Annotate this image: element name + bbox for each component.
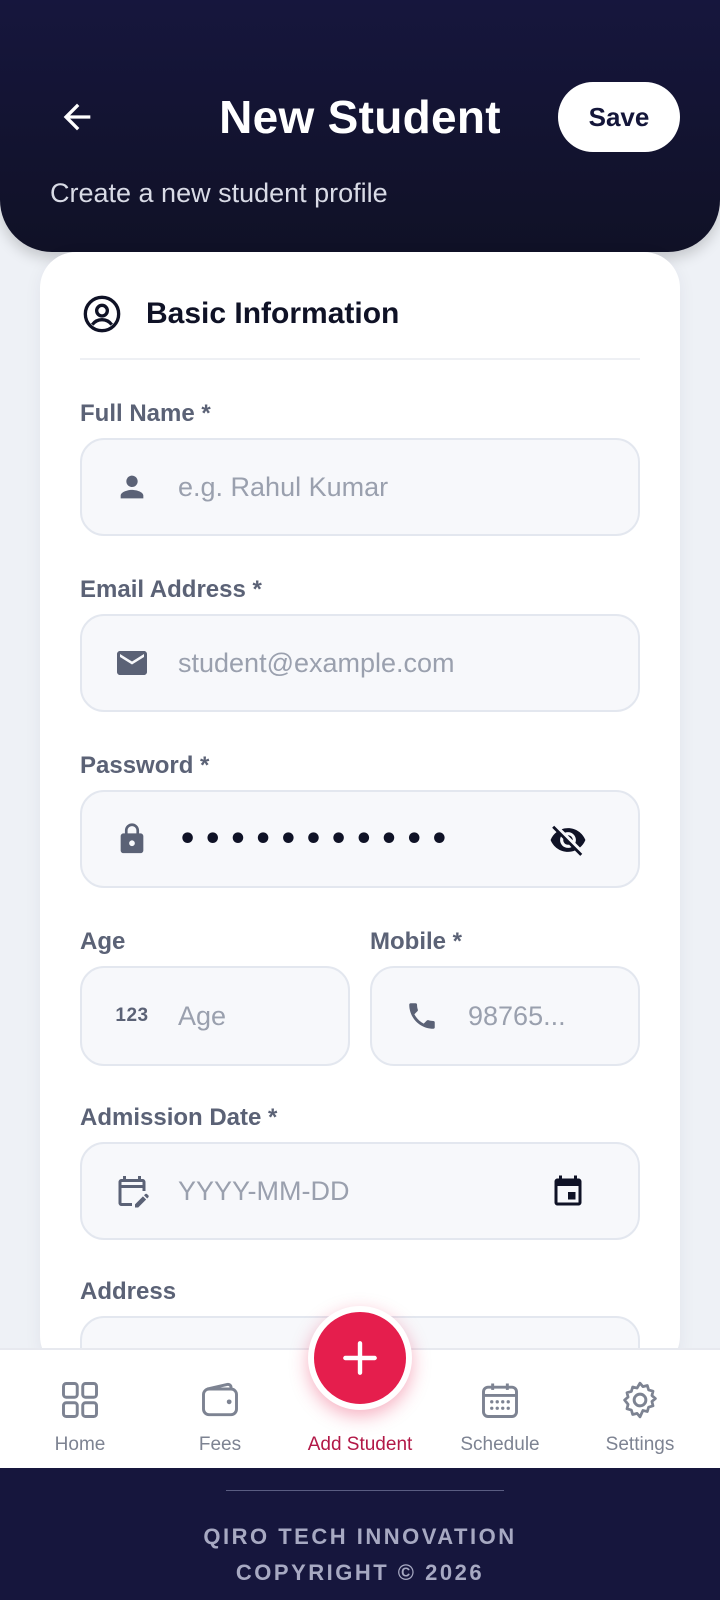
wallet-icon bbox=[202, 1382, 238, 1417]
edit-calendar-icon bbox=[112, 1171, 152, 1211]
nav-item-home[interactable]: Home bbox=[10, 1350, 150, 1470]
full-name-label: Full Name * bbox=[80, 400, 211, 427]
password-label: Password * bbox=[80, 752, 210, 779]
nav-label-schedule: Schedule bbox=[460, 1434, 540, 1455]
add-student-fab[interactable] bbox=[308, 1306, 412, 1410]
grid-icon bbox=[62, 1382, 98, 1418]
lock-icon bbox=[112, 819, 152, 859]
mobile-label: Mobile * bbox=[370, 928, 463, 955]
admission-date-label: Admission Date * bbox=[80, 1104, 278, 1131]
nav-item-settings[interactable]: Settings bbox=[570, 1350, 710, 1470]
mobile-input[interactable] bbox=[468, 1000, 618, 1032]
nav-label-home: Home bbox=[54, 1434, 106, 1455]
mail-icon bbox=[112, 643, 152, 683]
numeric-icon: 123 bbox=[115, 1005, 149, 1026]
basic-info-card: Basic Information Full Name * Email Addr… bbox=[40, 252, 680, 1414]
full-name-field[interactable] bbox=[80, 438, 640, 536]
password-field[interactable]: ••••••••••• bbox=[80, 790, 640, 888]
full-name-input[interactable] bbox=[178, 471, 508, 503]
nav-label-settings: Settings bbox=[605, 1434, 675, 1455]
address-label: Address bbox=[80, 1278, 177, 1305]
header: New Student Save Create a new student pr… bbox=[0, 0, 720, 252]
plus-icon bbox=[343, 1341, 377, 1375]
email-input[interactable] bbox=[178, 647, 508, 679]
age-label: Age bbox=[80, 928, 126, 955]
section-header: Basic Information bbox=[82, 294, 399, 334]
email-field[interactable] bbox=[80, 614, 640, 712]
nav-item-schedule[interactable]: Schedule bbox=[430, 1350, 570, 1470]
phone-icon bbox=[402, 996, 442, 1036]
age-input[interactable] bbox=[178, 1000, 328, 1032]
footer: QIRO TECH INNOVATION COPYRIGHT © 2026 bbox=[0, 1468, 720, 1600]
footer-copyright: COPYRIGHT © 2026 bbox=[235, 1560, 485, 1585]
footer-divider bbox=[226, 1490, 504, 1491]
section-divider bbox=[80, 358, 640, 360]
eye-off-icon[interactable] bbox=[548, 820, 588, 860]
password-masked-value[interactable]: ••••••••••• bbox=[178, 822, 455, 857]
admission-date-input[interactable] bbox=[178, 1175, 508, 1207]
age-field[interactable]: 123 bbox=[80, 966, 350, 1066]
account-circle-icon bbox=[83, 295, 121, 333]
nav-label-fees: Fees bbox=[198, 1434, 242, 1455]
mobile-field[interactable] bbox=[370, 966, 640, 1066]
calendar-picker-icon[interactable] bbox=[548, 1172, 588, 1212]
section-title: Basic Information bbox=[146, 297, 400, 330]
footer-company: QIRO TECH INNOVATION bbox=[203, 1524, 517, 1549]
gear-icon bbox=[623, 1381, 657, 1419]
nav-label-add-student: Add Student bbox=[307, 1434, 413, 1455]
email-label: Email Address * bbox=[80, 576, 262, 603]
person-icon bbox=[112, 467, 152, 507]
save-button[interactable]: Save bbox=[558, 82, 680, 152]
calendar-icon bbox=[482, 1383, 518, 1418]
nav-item-fees[interactable]: Fees bbox=[150, 1350, 290, 1470]
page-subtitle: Create a new student profile bbox=[50, 178, 388, 208]
admission-date-field[interactable] bbox=[80, 1142, 640, 1240]
